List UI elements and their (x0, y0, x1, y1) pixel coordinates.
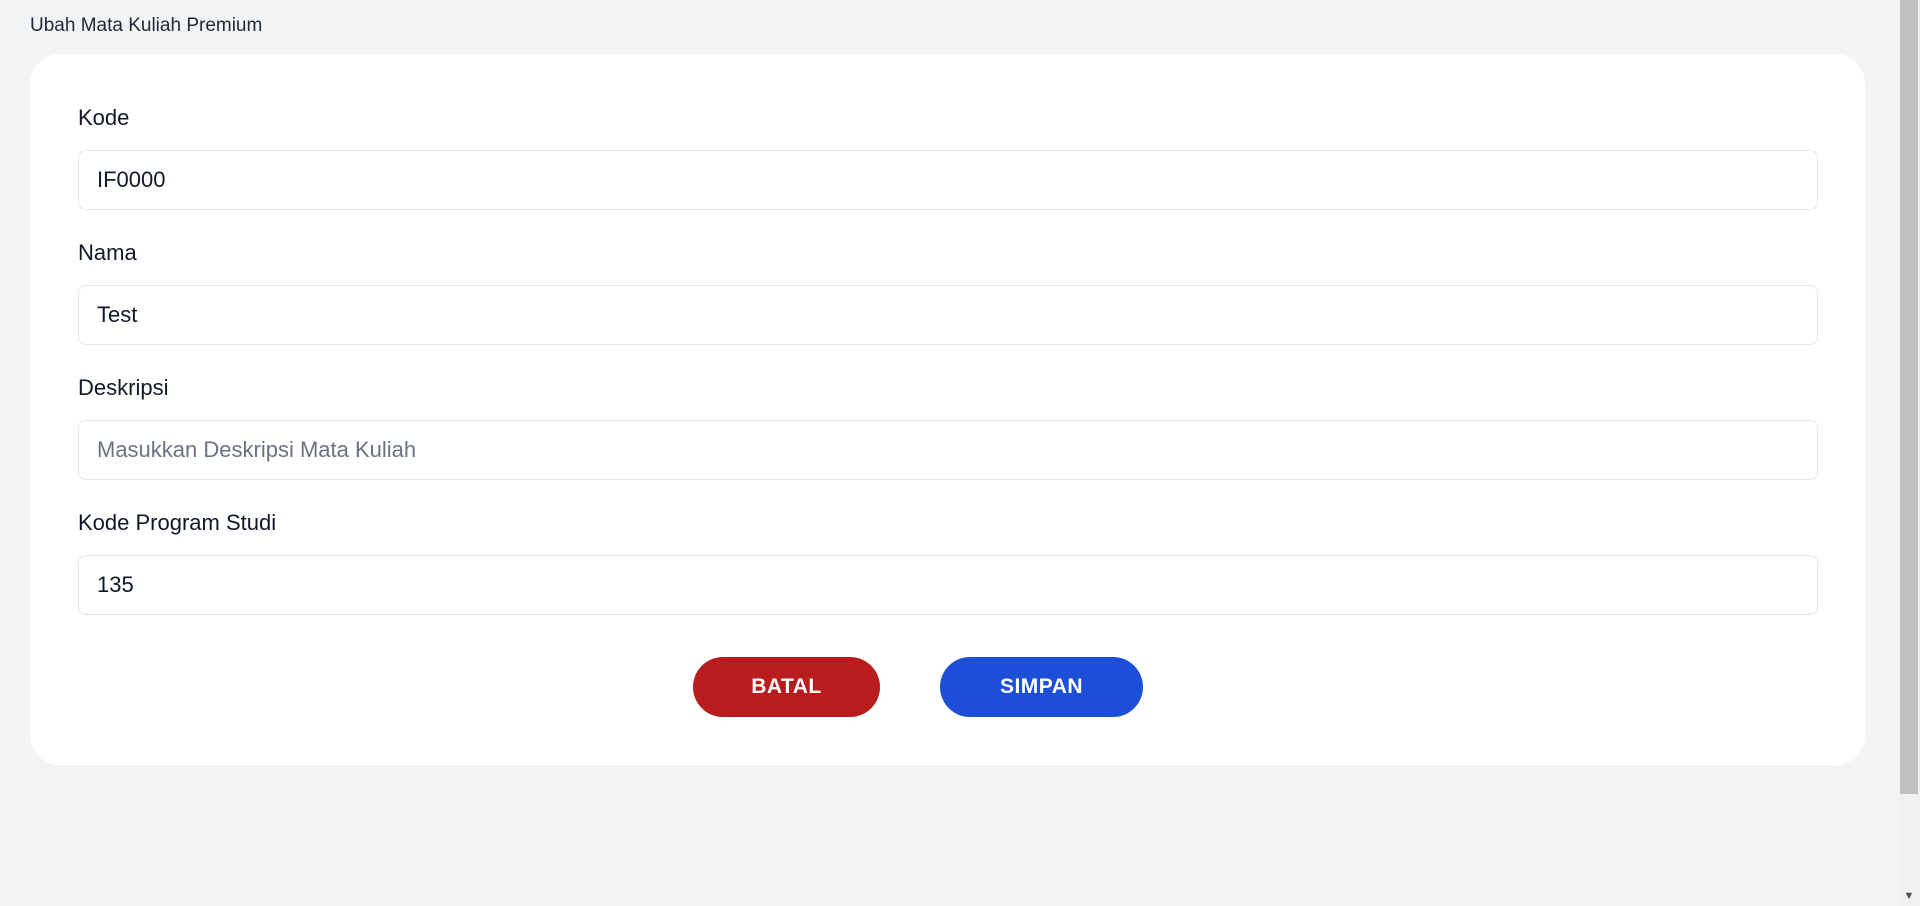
deskripsi-label: Deskripsi (78, 375, 169, 400)
page: Ubah Mata Kuliah Premium Kode Nama Deskr… (0, 0, 1898, 906)
scrollbar-thumb[interactable] (1900, 0, 1918, 794)
breadcrumb: Ubah Mata Kuliah Premium (30, 15, 263, 36)
nama-label: Nama (78, 240, 137, 265)
cancel-button[interactable]: BATAL (693, 657, 880, 717)
kode-program-studi-label: Kode Program Studi (78, 510, 277, 535)
nama-input[interactable] (78, 285, 1818, 345)
scroll-down-arrow-icon[interactable]: ▼ (1898, 888, 1920, 904)
form-card: Kode Nama Deskripsi Kode Program Studi (30, 54, 1865, 765)
deskripsi-input[interactable] (78, 420, 1818, 480)
save-button[interactable]: SIMPAN (940, 657, 1143, 717)
vertical-scrollbar[interactable]: ▼ (1898, 0, 1920, 906)
kode-input[interactable] (78, 150, 1818, 210)
kode-program-studi-input[interactable] (78, 555, 1818, 615)
kode-label: Kode (78, 105, 130, 130)
